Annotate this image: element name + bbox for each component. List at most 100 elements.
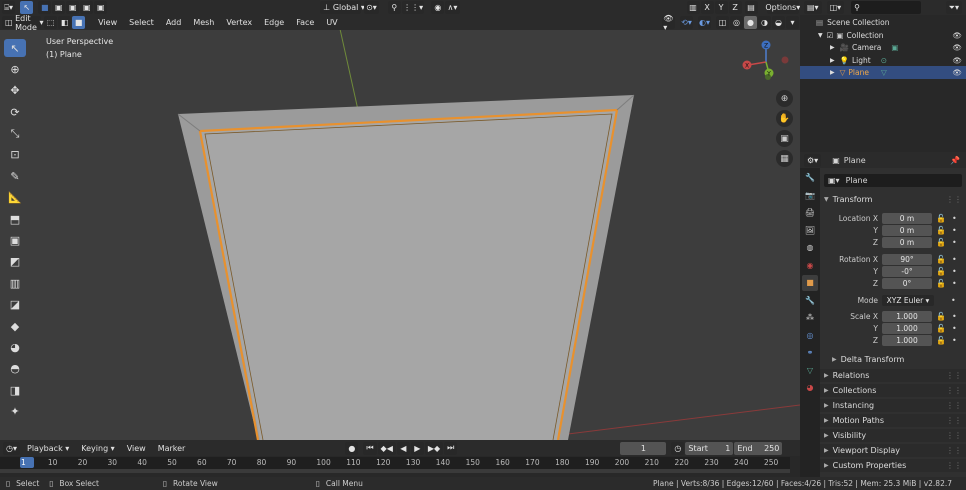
zoom-icon[interactable]: ⊕ xyxy=(776,90,793,107)
drag-handle-icon[interactable]: ⋮⋮ xyxy=(946,371,962,380)
vertex-select-mode[interactable]: ⬚ xyxy=(44,16,58,29)
data-tab-icon[interactable]: ▽ xyxy=(802,362,818,378)
view-layer-tab-icon[interactable]: 🖼 xyxy=(802,222,818,238)
options-dropdown[interactable]: Options ▾ xyxy=(765,1,800,14)
proportional-edit-toggle[interactable]: ◉ xyxy=(431,1,445,14)
keyframe-dot[interactable]: • xyxy=(952,324,957,333)
jump-start-icon[interactable]: ⏮ xyxy=(363,441,377,455)
menu-uv[interactable]: UV xyxy=(320,15,343,30)
drag-handle-icon[interactable]: ⋮⋮ xyxy=(946,416,962,425)
bevel-icon[interactable]: ◩ xyxy=(4,253,26,271)
instancing-panel-header[interactable]: ▶ Instancing ⋮⋮ xyxy=(820,399,966,412)
collection-checkbox[interactable]: ☑ xyxy=(827,31,834,40)
transform-panel-header[interactable]: ▼ Transform ⋮⋮ xyxy=(820,193,966,206)
next-keyframe-icon[interactable]: ▶◆ xyxy=(424,441,444,455)
scale-icon[interactable]: ⤡ xyxy=(4,125,26,143)
outliner-editor-type[interactable]: ▤▾ xyxy=(804,1,822,14)
viewport-canvas[interactable] xyxy=(0,0,800,440)
custom-properties-panel-header[interactable]: ▶ Custom Properties ⋮⋮ xyxy=(820,459,966,472)
grid-projection-icon[interactable]: ▦ xyxy=(776,150,793,167)
drag-handle-icon[interactable]: ⋮⋮ xyxy=(946,431,962,440)
overlay-toggle[interactable]: ◐▾ xyxy=(698,16,711,29)
keyframe-dot[interactable]: • xyxy=(952,238,957,247)
expand-icon[interactable]: ▶ xyxy=(830,44,835,51)
current-frame-field[interactable]: 1 xyxy=(620,441,667,455)
location-z-field[interactable]: 0 m xyxy=(882,236,932,248)
expand-icon[interactable]: ▶ xyxy=(830,69,835,76)
extrude-region-icon[interactable]: ⬒ xyxy=(4,210,26,228)
keyframe-dot[interactable]: • xyxy=(952,279,957,288)
navigation-gizmo[interactable]: Z X Y xyxy=(738,38,794,86)
outliner-item-plane[interactable]: ▶ ▽ Plane ▽ 👁 xyxy=(800,66,966,79)
annotate-icon[interactable]: ✎ xyxy=(4,167,26,185)
snap-target-dropdown[interactable]: ⋮⋮▾ xyxy=(401,1,425,14)
shading-rendered[interactable]: ◒ xyxy=(772,16,785,29)
mirror-x-toggle[interactable]: X xyxy=(700,1,714,14)
plane-eye-icon[interactable]: 👁 xyxy=(952,68,962,77)
object-tab-icon[interactable]: ■ xyxy=(802,274,818,291)
pan-hand-icon[interactable]: ✋ xyxy=(776,110,793,127)
menu-vertex[interactable]: Vertex xyxy=(220,15,258,30)
filter-icon[interactable]: ⏷▾ xyxy=(945,1,962,14)
menu-face[interactable]: Face xyxy=(290,15,320,30)
knife-icon[interactable]: ◪ xyxy=(4,296,26,314)
particles-tab-icon[interactable]: ⁂ xyxy=(802,310,818,326)
timeline-editor-type[interactable]: ◷▾ xyxy=(3,441,20,455)
inset-faces-icon[interactable]: ▣ xyxy=(4,232,26,250)
start-frame-field[interactable]: Start 1 xyxy=(685,441,734,455)
shading-material[interactable]: ◑ xyxy=(758,16,771,29)
drag-handle-icon[interactable]: ⋮⋮ xyxy=(946,401,962,410)
outliner-search-input[interactable]: ⚲ xyxy=(851,1,922,14)
constraints-tab-icon[interactable]: ⚭ xyxy=(802,345,818,361)
keyframe-dot[interactable]: • xyxy=(952,226,957,235)
timeline-menu-keying[interactable]: Keying ▾ xyxy=(75,441,120,456)
rotation-z-field[interactable]: 0° xyxy=(882,277,932,289)
rip-icon[interactable]: ✦ xyxy=(4,403,26,421)
proportional-falloff-dropdown[interactable]: ∧▾ xyxy=(445,1,460,14)
menu-select[interactable]: Select xyxy=(123,15,160,30)
measure-icon[interactable]: 📐 xyxy=(4,189,26,207)
record-button[interactable]: ● xyxy=(345,441,359,455)
editor-type-button[interactable]: ⌸▾ xyxy=(2,1,16,14)
viewport-display-panel-header[interactable]: ▶ Viewport Display ⋮⋮ xyxy=(820,444,966,457)
lock-icon[interactable]: 🔓 xyxy=(936,226,946,235)
drag-handle-icon[interactable]: ⋮⋮ xyxy=(946,195,962,204)
drag-handle-icon[interactable]: ⋮⋮ xyxy=(946,461,962,470)
lock-icon[interactable]: 🔓 xyxy=(936,324,946,333)
pin-icon[interactable]: 📌 xyxy=(950,156,960,165)
timeline-menu-marker[interactable]: Marker xyxy=(152,441,192,456)
end-frame-field[interactable]: End 250 xyxy=(734,441,783,455)
display-mode-dropdown[interactable]: ◫▾ xyxy=(826,1,845,14)
auto-merge-toggle[interactable]: ▤ xyxy=(744,1,758,14)
keyframe-dot[interactable]: • xyxy=(952,336,957,345)
lock-icon[interactable]: 🔓 xyxy=(936,279,946,288)
lock-icon[interactable]: 🔓 xyxy=(936,336,946,345)
scale-z-field[interactable]: 1.000 xyxy=(882,334,932,346)
delta-transform-header[interactable]: ▶ Delta Transform xyxy=(820,353,966,366)
visibility-dropdown[interactable]: 👁▾ xyxy=(661,14,675,32)
keyframe-dot[interactable]: • xyxy=(952,255,957,264)
mirror-icon-button[interactable]: ▥ xyxy=(686,1,700,14)
shading-wireframe[interactable]: ◎ xyxy=(730,16,743,29)
lock-icon[interactable]: 🔓 xyxy=(936,214,946,223)
render-tab-icon[interactable]: 📷 xyxy=(802,187,818,203)
play-reverse-icon[interactable]: ◀ xyxy=(396,441,410,455)
light-eye-icon[interactable]: 👁 xyxy=(952,56,962,65)
menu-view[interactable]: View xyxy=(92,15,123,30)
drag-handle-icon[interactable]: ⋮⋮ xyxy=(946,386,962,395)
loop-cut-icon[interactable]: ▥ xyxy=(4,274,26,292)
edge-select-mode[interactable]: ◧ xyxy=(58,16,72,29)
poly-build-icon[interactable]: ◆ xyxy=(4,317,26,335)
move-icon[interactable]: ✥ xyxy=(4,82,26,100)
physics-tab-icon[interactable]: ◎ xyxy=(802,327,818,343)
scale-x-field[interactable]: 1.000 xyxy=(882,310,932,322)
keyframe-dot[interactable]: • xyxy=(952,312,957,321)
smooth-icon[interactable]: ◓ xyxy=(4,360,26,378)
collection-expand-icon[interactable]: ▼ xyxy=(818,32,823,39)
lock-icon[interactable]: 🔓 xyxy=(936,255,946,264)
transform-icon[interactable]: ⊡ xyxy=(4,146,26,164)
timeline-ruler[interactable]: 1 10 20 30 40 50 60 70 80 90 100 110 120 130 140 150 160… xyxy=(0,457,790,469)
rotate-icon[interactable]: ⟳ xyxy=(4,103,26,121)
outliner-item-camera[interactable]: ▶ 🎥 Camera ▣ 👁 xyxy=(800,41,966,54)
prev-keyframe-icon[interactable]: ◆◀ xyxy=(377,441,396,455)
